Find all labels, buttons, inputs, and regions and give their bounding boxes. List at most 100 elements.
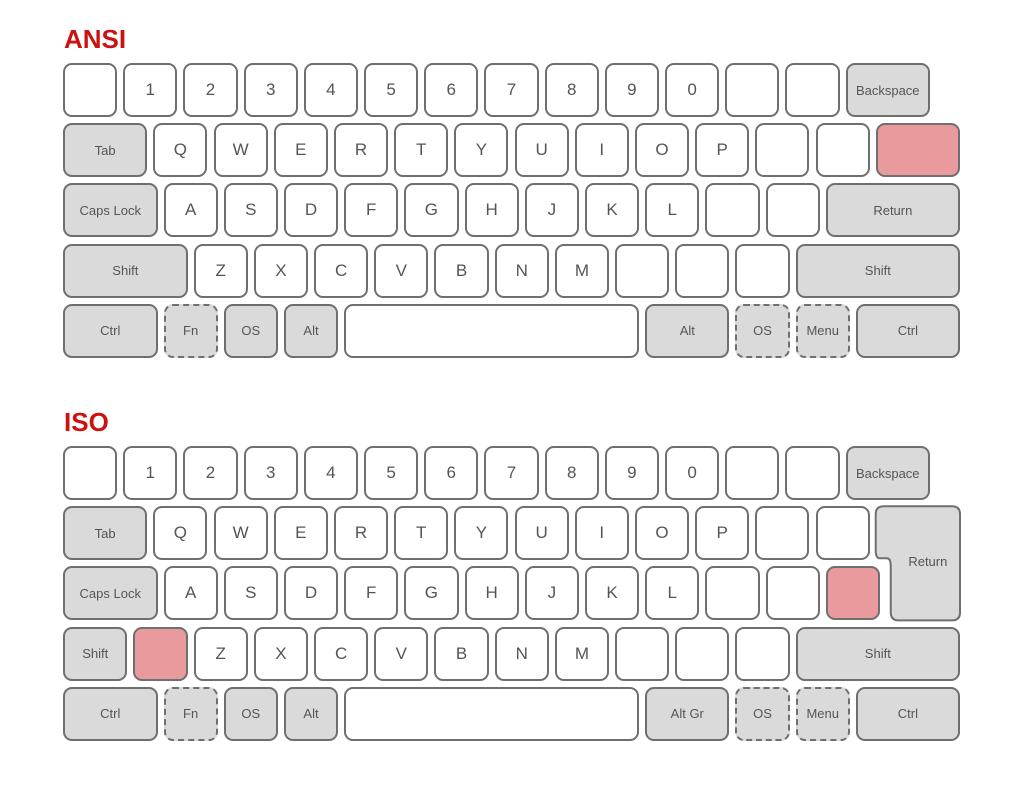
key-label: Menu [806,706,839,722]
key-label: F [366,583,377,603]
key-label: W [232,523,249,543]
key-label: X [275,643,287,663]
iso-key-os: OS [223,686,278,741]
iso-key-ctrl: Ctrl [855,686,960,741]
key-label: I [599,523,605,543]
iso-key-3: 3 [243,446,298,500]
iso-key-highlighted [133,626,188,681]
iso-key-a: A [163,566,218,621]
key-label: A [184,583,197,603]
iso-key-h: H [464,566,519,621]
key-label: J [547,583,557,603]
key-label: Z [215,643,226,663]
iso-key-z: Z [193,626,248,681]
iso-key-blank [735,626,790,681]
key-label: N [515,643,528,663]
iso-key-tab: Tab [63,506,148,561]
iso-key-c: C [314,626,369,681]
iso-key-fn: Fn [163,686,218,741]
key-label: 8 [566,463,577,482]
iso-key-blank [344,686,640,741]
iso-key-q: Q [153,506,208,561]
key-label: 4 [326,463,336,482]
iso-key-9: 9 [604,446,659,500]
iso-key-shift: Shift [795,626,960,681]
iso-key-j: J [524,566,579,621]
iso-key-i: I [574,506,629,561]
iso-key-caps-lock: Caps Lock [63,566,158,621]
iso-key-g: G [404,566,459,621]
key-label: E [295,523,307,543]
iso-key-r: R [333,506,389,561]
iso-key-os: OS [735,686,790,741]
iso-key-blank [785,446,840,500]
iso-key-f: F [344,566,399,621]
iso-key-blank [705,566,760,621]
key-label: R [354,523,368,543]
iso-key-highlighted [825,566,880,621]
key-label: Q [173,523,187,543]
key-label: H [485,583,498,603]
key-label: 7 [506,463,517,482]
key-label: 2 [205,463,216,482]
iso-key-p: P [695,506,750,561]
iso-key-blank [615,626,670,681]
iso-key-s: S [223,566,278,621]
iso-key-5: 5 [364,446,419,500]
iso-key-u: U [514,506,569,561]
iso-key-k: K [584,566,640,621]
key-label: C [334,643,348,663]
iso-key-d: D [283,566,339,621]
key-label: Shift [82,646,109,662]
iso-key-blank [765,566,820,621]
key-label: P [716,523,728,543]
iso-key-l: L [645,566,700,621]
iso-key-o: O [634,506,690,561]
key-label: O [655,523,669,543]
key-label: 9 [627,463,637,482]
key-label: 5 [386,463,396,482]
key-label: Ctrl [897,706,919,722]
iso-key-blank [675,626,730,681]
key-label: V [395,643,407,663]
key-label: D [304,583,318,603]
iso-key-w: W [213,506,268,561]
key-label: Fn [183,706,199,722]
key-label: Alt Gr [670,706,704,722]
iso-key-t: T [394,506,449,561]
key-label: OS [241,706,261,722]
key-label: T [415,523,427,543]
iso-key-b: B [434,626,489,681]
iso-key-x: X [253,626,309,681]
iso-key-alt-gr: Alt Gr [645,686,730,741]
iso-key-y: Y [454,506,509,561]
iso-key-n: N [494,626,549,681]
iso-key-7: 7 [484,446,539,500]
iso-key-ctrl: Ctrl [63,686,158,741]
key-label: B [455,643,468,663]
key-label: Shift [864,646,891,662]
iso-key-shift: Shift [63,626,128,681]
iso-key-0: 0 [665,446,720,500]
key-label: G [424,583,439,603]
key-label: Alt [303,706,319,722]
iso-key-4: 4 [303,446,358,500]
key-label: OS [753,706,772,722]
iso-key-blank [725,446,780,500]
key-label: Ctrl [100,706,121,722]
iso-key-blank [755,506,810,561]
key-label: 0 [687,463,697,482]
key-label: 6 [446,463,457,482]
key-label: Tab [94,525,116,541]
key-label: U [535,523,548,543]
iso-key-v: V [374,626,429,681]
key-label: Y [475,523,488,543]
iso-keyboard: 1 2 3 4 5 6 7 8 9 0 Backspace Tab Q W E R T Y U I O P Caps Loc… [0,0,1024,805]
key-label: 3 [265,463,276,482]
key-label: 1 [145,463,156,482]
iso-key-e: E [273,506,328,561]
iso-key-blank [815,506,870,561]
key-label: M [574,643,589,663]
key-label: Caps Lock [79,585,141,601]
iso-key-6: 6 [424,446,479,500]
